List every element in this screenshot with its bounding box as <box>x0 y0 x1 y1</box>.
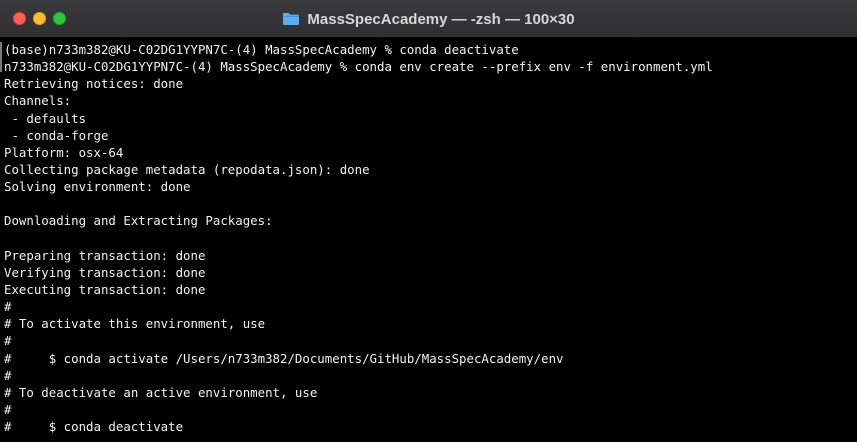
terminal-window: MassSpecAcademy — -zsh — 100×30 (base)n7… <box>0 0 857 442</box>
terminal-line: # To deactivate an active environment, u… <box>4 384 318 400</box>
terminal-line: Platform: osx-64 <box>4 144 124 160</box>
terminal-line: # $ conda deactivate <box>4 419 184 435</box>
terminal-line: # $ conda activate /Users/n733m382/Docum… <box>4 350 564 366</box>
window-title-group: MassSpecAcademy — -zsh — 100×30 <box>0 0 857 38</box>
terminal-line: Retrieving notices: done <box>4 76 184 92</box>
terminal-line: # <box>4 299 12 315</box>
terminal-line: n733m382@KU-C02DG1YYPN7C-(4) MassSpecAca… <box>4 59 713 75</box>
terminal-line: Solving environment: done <box>4 179 191 195</box>
terminal-line: # <box>4 401 12 417</box>
terminal-line: # To activate this environment, use <box>4 316 266 332</box>
terminal-line: Collecting package metadata (repodata.js… <box>4 161 370 177</box>
terminal-line: # <box>4 367 12 383</box>
terminal-line: (base)n733m382@KU-C02DG1YYPN7C-(4) MassS… <box>4 42 519 57</box>
terminal-line: Downloading and Extracting Packages: <box>4 213 273 229</box>
terminal-line: - defaults <box>4 110 87 126</box>
window-title: MassSpecAcademy — -zsh — 100×30 <box>307 10 575 28</box>
folder-icon <box>283 13 300 25</box>
terminal-line: Channels: <box>4 93 72 109</box>
terminal-line: Preparing transaction: done <box>4 247 206 263</box>
terminal-output[interactable]: (base)n733m382@KU-C02DG1YYPN7C-(4) MassS… <box>0 38 857 442</box>
terminal-line: Verifying transaction: done <box>4 264 206 280</box>
title-bar[interactable]: MassSpecAcademy — -zsh — 100×30 <box>0 0 857 38</box>
terminal-line: # <box>4 333 12 349</box>
terminal-line: Executing transaction: done <box>4 281 206 297</box>
terminal-line: - conda-forge <box>4 127 109 143</box>
